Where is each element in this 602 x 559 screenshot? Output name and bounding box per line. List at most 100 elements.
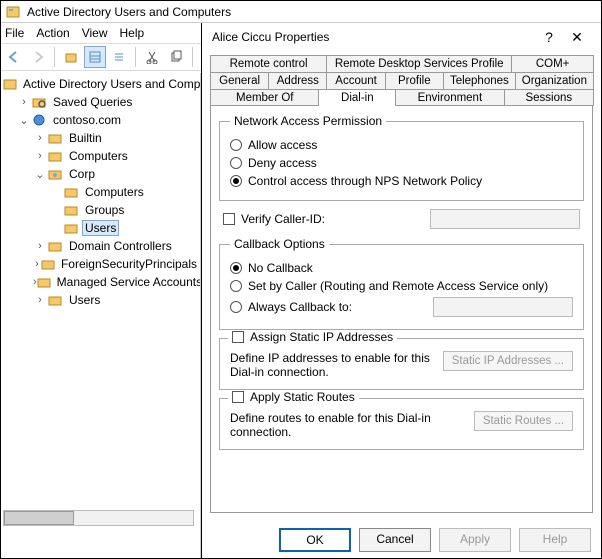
tree-domain[interactable]: ⌄ contoso.com (3, 111, 200, 129)
app-icon (5, 4, 21, 20)
cancel-button[interactable]: Cancel (359, 528, 431, 552)
tab-sessions[interactable]: Sessions (504, 89, 594, 106)
radio-set-by-caller[interactable]: Set by Caller (Routing and Remote Access… (230, 279, 573, 293)
menu-file[interactable]: File (5, 26, 24, 40)
cut-icon[interactable] (141, 46, 163, 68)
checkbox-static-routes[interactable] (232, 391, 244, 403)
menu-action[interactable]: Action (36, 26, 69, 40)
menu-view[interactable]: View (82, 26, 108, 40)
tab-body-dial-in: Network Access Permission Allow access D… (210, 105, 593, 513)
tab-remote-control[interactable]: Remote control (210, 55, 327, 72)
group-network-access: Network Access Permission Allow access D… (219, 114, 584, 201)
tab-rds-profile[interactable]: Remote Desktop Services Profile (326, 55, 512, 72)
ou-icon (63, 202, 79, 218)
tree-root[interactable]: Active Directory Users and Computers (3, 75, 200, 93)
hint-static-routes: Define routes to enable for this Dial-in… (230, 411, 450, 439)
tab-member-of[interactable]: Member Of (210, 89, 319, 106)
folder-icon (47, 292, 63, 308)
expand-icon[interactable]: › (17, 96, 31, 108)
tree-corp-users[interactable]: Users (3, 219, 200, 237)
group-static-ip: Assign Static IP Addresses Define IP add… (219, 338, 584, 390)
folder-icon (47, 130, 63, 146)
copy-icon[interactable] (165, 46, 187, 68)
back-icon[interactable] (3, 46, 25, 68)
expand-icon[interactable]: › (33, 150, 47, 162)
list-icon[interactable] (108, 46, 130, 68)
close-icon[interactable]: ✕ (563, 29, 591, 46)
help-button[interactable]: Help (519, 528, 591, 552)
up-icon[interactable] (60, 46, 82, 68)
dialog-buttons: OK Cancel Apply Help (279, 528, 591, 552)
input-callback-number (433, 297, 573, 317)
menu-help[interactable]: Help (120, 26, 145, 40)
expand-icon[interactable]: › (33, 258, 41, 270)
group-callback: Callback Options No Callback Set by Call… (219, 237, 584, 330)
tree-saved-queries[interactable]: › Saved Queries (3, 93, 200, 111)
tab-organization[interactable]: Organization (515, 72, 594, 89)
radio-icon (230, 157, 242, 169)
folder-icon (41, 256, 55, 272)
tab-address[interactable]: Address (268, 72, 327, 89)
radio-icon (230, 139, 242, 151)
ou-icon (47, 166, 63, 182)
ou-icon (47, 238, 63, 254)
forward-icon[interactable] (27, 46, 49, 68)
radio-icon (230, 175, 242, 187)
domain-icon (31, 112, 47, 128)
window-title: Active Directory Users and Computers (27, 5, 597, 19)
details-icon[interactable] (84, 46, 106, 68)
tree-computers[interactable]: › Computers (3, 147, 200, 165)
collapse-icon[interactable]: ⌄ (17, 114, 31, 127)
tree-corp[interactable]: ⌄ Corp (3, 165, 200, 183)
radio-allow-access[interactable]: Allow access (230, 138, 573, 152)
tree-panel: Active Directory Users and Computers › S… (1, 73, 201, 558)
radio-icon (230, 262, 242, 274)
radio-deny-access[interactable]: Deny access (230, 156, 573, 170)
tree-domain-controllers[interactable]: › Domain Controllers (3, 237, 200, 255)
dialog-title: Alice Ciccu Properties (212, 30, 535, 44)
button-static-ip: Static IP Addresses ... (443, 351, 573, 371)
radio-icon (230, 301, 242, 313)
aduc-icon (3, 76, 17, 92)
checkbox-icon (223, 213, 235, 225)
tree-users[interactable]: › Users (3, 291, 200, 309)
radio-always-callback[interactable]: Always Callback to: (230, 297, 573, 317)
ou-icon (63, 184, 79, 200)
help-icon[interactable]: ? (535, 29, 563, 45)
legend-network-access: Network Access Permission (230, 114, 386, 128)
expand-icon[interactable]: › (33, 294, 47, 306)
collapse-icon[interactable]: ⌄ (33, 168, 47, 181)
group-static-routes: Apply Static Routes Define routes to ena… (219, 398, 584, 450)
properties-dialog: Alice Ciccu Properties ? ✕ Remote contro… (201, 23, 601, 558)
titlebar: Active Directory Users and Computers (1, 1, 601, 23)
expand-icon[interactable]: › (33, 132, 47, 144)
hint-static-ip: Define IP addresses to enable for this D… (230, 351, 433, 379)
main-window: Active Directory Users and Computers Fil… (0, 0, 602, 559)
ou-icon (63, 220, 79, 236)
tab-com-plus[interactable]: COM+ (511, 55, 594, 72)
folder-icon (37, 274, 51, 290)
tab-telephones[interactable]: Telephones (443, 72, 516, 89)
tabs: Remote control Remote Desktop Services P… (210, 55, 593, 106)
radio-nps-policy[interactable]: Control access through NPS Network Polic… (230, 174, 573, 188)
tree-corp-computers[interactable]: Computers (3, 183, 200, 201)
radio-no-callback[interactable]: No Callback (230, 261, 573, 275)
apply-button[interactable]: Apply (439, 528, 511, 552)
tab-account[interactable]: Account (326, 72, 385, 89)
expand-icon[interactable]: › (33, 240, 47, 252)
checkbox-static-ip[interactable] (232, 331, 244, 343)
tab-environment[interactable]: Environment (395, 89, 504, 106)
tree-builtin[interactable]: › Builtin (3, 129, 200, 147)
ok-button[interactable]: OK (279, 528, 351, 552)
tree-corp-groups[interactable]: Groups (3, 201, 200, 219)
tab-dial-in[interactable]: Dial-in (318, 89, 396, 106)
horizontal-scrollbar[interactable] (3, 510, 194, 526)
tab-general[interactable]: General (210, 72, 269, 89)
dialog-titlebar: Alice Ciccu Properties ? ✕ (202, 23, 601, 51)
tree-fsp[interactable]: › ForeignSecurityPrincipals (3, 255, 200, 273)
tab-profile[interactable]: Profile (385, 72, 444, 89)
input-caller-id (430, 209, 580, 229)
checkbox-verify-caller-id[interactable]: Verify Caller-ID: (223, 212, 325, 226)
legend-callback: Callback Options (230, 237, 329, 251)
tree-msa[interactable]: › Managed Service Accounts (3, 273, 200, 291)
